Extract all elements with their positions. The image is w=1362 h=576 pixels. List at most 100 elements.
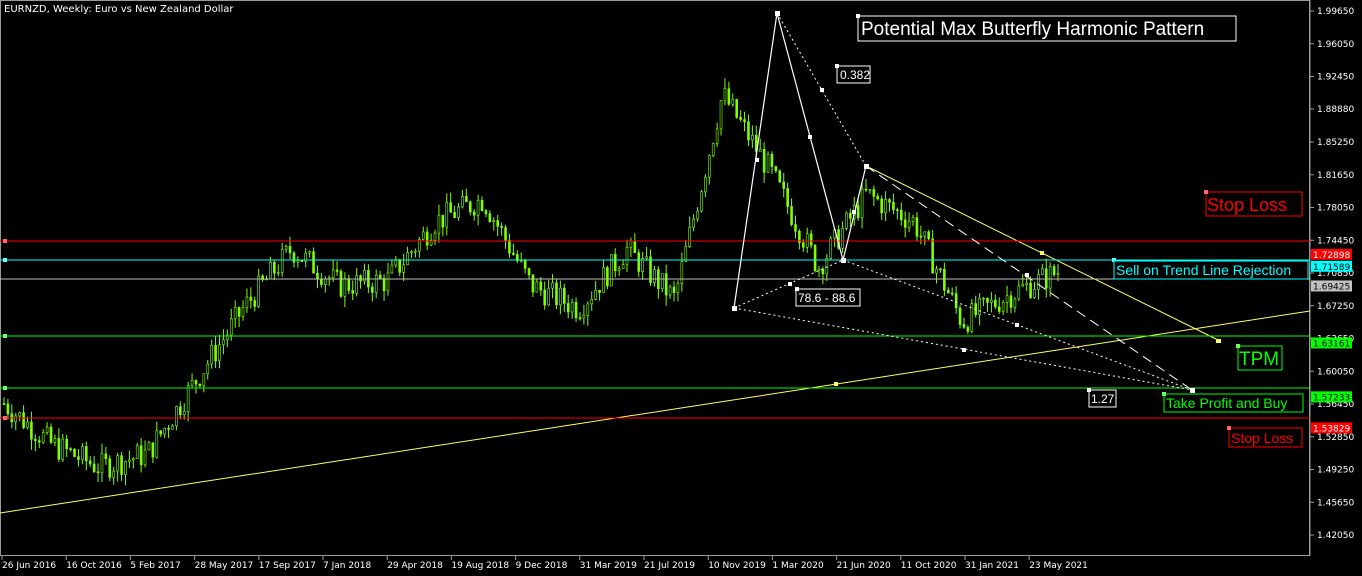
price-tick-label: 1.92450 — [1317, 73, 1354, 83]
candle-body — [559, 287, 562, 306]
candle-body — [613, 254, 617, 271]
candle-body — [543, 289, 547, 306]
candle-body — [73, 448, 76, 457]
candle-body — [276, 272, 280, 274]
candle-body — [241, 307, 245, 317]
candle-body — [496, 220, 499, 227]
candle-body — [81, 446, 84, 460]
candle-body — [645, 256, 648, 259]
level-price-tag-label: 1.72898 — [1313, 251, 1350, 261]
candle-body — [1037, 274, 1040, 290]
fib-382-label[interactable]: 0.382 — [835, 64, 871, 84]
descending-trendline-end-handle[interactable] — [1216, 339, 1221, 343]
stop-loss-lower-label[interactable]: Stop Loss — [1227, 426, 1303, 448]
fib-127-label[interactable]: 1.27 — [1087, 388, 1117, 408]
candle-body — [139, 445, 143, 466]
candle-body — [711, 143, 715, 156]
candle-body — [950, 292, 954, 295]
candle-body — [531, 274, 535, 293]
candle-body — [171, 425, 174, 430]
time-tick-label: 17 Sep 2017 — [259, 561, 316, 571]
candle-body — [210, 345, 213, 365]
time-tick-label: 21 Jul 2019 — [644, 561, 695, 571]
candle-body — [790, 206, 793, 225]
candle-body — [899, 209, 903, 221]
pattern-title: Potential Max Butterfly Harmonic Pattern — [861, 19, 1204, 40]
price-tick-label: 1.99650 — [1317, 7, 1354, 17]
candle-body — [45, 426, 49, 433]
candle-body — [257, 275, 260, 307]
stop-loss-lower-text: Stop Loss — [1231, 430, 1293, 446]
price-axis[interactable]: 1.99650 1.96050 1.92450 1.88880 1.85250 1.816… — [1310, 7, 1354, 541]
level-handle[interactable] — [3, 416, 7, 420]
sell-trend-label[interactable]: Sell on Trend Line Rejection — [1113, 260, 1309, 280]
time-tick-label: 10 Nov 2019 — [708, 561, 766, 571]
candle-body — [774, 166, 778, 172]
descending-trendline-handle[interactable] — [1040, 251, 1044, 255]
candle-body — [931, 238, 934, 274]
candle-body — [896, 209, 899, 211]
level-handle[interactable] — [3, 334, 7, 338]
candle-body — [480, 200, 484, 211]
candle-body — [660, 273, 664, 289]
candle-body — [198, 383, 202, 386]
level-handle[interactable] — [3, 386, 7, 390]
candle-body — [766, 154, 770, 173]
candle-body — [323, 278, 327, 285]
candle-body — [508, 239, 511, 254]
take-profit-label[interactable]: Take Profit and Buy — [1162, 392, 1304, 413]
candle-body — [202, 373, 206, 386]
candle-body — [335, 269, 339, 272]
candle-body — [100, 453, 104, 473]
fib-786-886-label[interactable]: 78.6 - 88.6 — [795, 287, 861, 307]
time-axis[interactable]: 26 Jun 2016 16 Oct 2016 5 Feb 2017 28 May 2… — [1, 556, 1088, 571]
candle-body — [590, 298, 594, 305]
candle-body — [743, 119, 746, 123]
tpm-label[interactable]: TPM — [1236, 344, 1283, 371]
candle-body — [625, 247, 629, 265]
candle-body — [245, 296, 249, 308]
level-price-tag-label: 1.69425 — [1313, 282, 1350, 292]
candle-body — [598, 289, 601, 293]
trendline-anchor-handle[interactable] — [834, 382, 838, 386]
candle-body — [946, 289, 950, 294]
level-price-tag-label: 1.71589 — [1313, 263, 1350, 273]
candle-body — [433, 232, 437, 241]
time-tick-label: 9 Dec 2018 — [516, 561, 568, 571]
candle-body — [512, 252, 515, 255]
candle-body — [872, 189, 876, 197]
candle-body — [578, 317, 582, 320]
candle-body — [786, 188, 789, 207]
level-handle[interactable] — [3, 239, 7, 243]
candle-body — [782, 181, 786, 189]
candle-body — [688, 226, 691, 247]
candle-body — [966, 326, 970, 332]
level-handle[interactable] — [3, 258, 7, 262]
candle-body — [41, 432, 45, 443]
candle-body — [382, 278, 386, 292]
candle-body — [939, 268, 942, 271]
candle-body — [163, 427, 166, 435]
time-tick-label: 31 Jan 2021 — [965, 561, 1019, 571]
time-tick-label: 21 Jun 2020 — [837, 561, 891, 571]
candle-body — [465, 196, 468, 203]
candle-body — [218, 344, 221, 362]
candle-body — [355, 275, 358, 294]
time-tick-label: 31 Mar 2019 — [580, 561, 637, 571]
candle-body — [320, 278, 323, 285]
candle-body — [994, 299, 997, 308]
candle-body — [402, 264, 405, 273]
candle-body — [441, 214, 445, 228]
candle-body — [500, 225, 503, 228]
candle-body — [143, 449, 147, 466]
candle-body — [61, 438, 65, 460]
candle-body — [849, 212, 852, 219]
stop-loss-upper-label[interactable]: Stop Loss — [1204, 190, 1303, 217]
candle-body — [876, 196, 880, 200]
ascending-trendline[interactable] — [0, 310, 1311, 514]
candle-body — [523, 259, 527, 269]
candle-body — [574, 302, 578, 319]
candle-body — [915, 217, 919, 237]
price-chart[interactable]: Potential Max Butterfly Harmonic Pattern… — [0, 0, 1362, 576]
pattern-title-box[interactable]: Potential Max Butterfly Harmonic Pattern — [856, 14, 1237, 42]
